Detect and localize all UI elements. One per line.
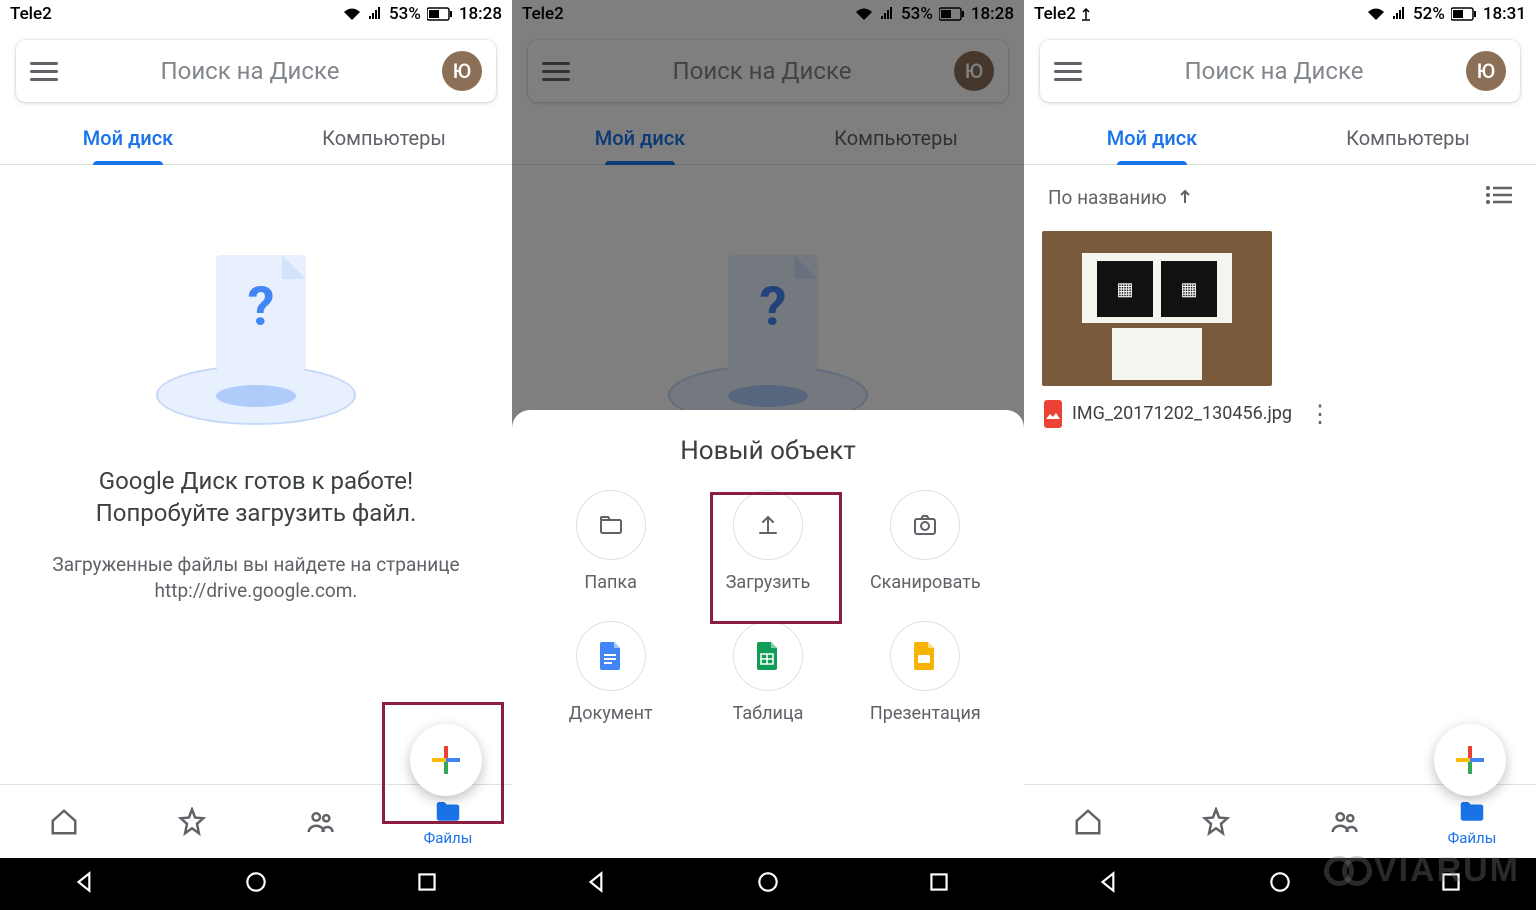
- wifi-icon: [343, 7, 361, 21]
- file-thumbnail: ▦▦: [1042, 231, 1272, 386]
- tab-my-drive[interactable]: Мой диск: [0, 110, 256, 164]
- screenshot-panel-1: Tele2 53% 18:28 Поиск на Диске Ю Мой дис…: [0, 0, 512, 910]
- signal-icon: [367, 7, 383, 21]
- android-nav-bar: [512, 858, 1024, 910]
- file-more-icon[interactable]: ⋮: [1302, 400, 1338, 428]
- nav-home[interactable]: [0, 807, 128, 837]
- empty-illustration: ?: [146, 255, 366, 435]
- image-file-icon: [1044, 400, 1062, 428]
- sort-button[interactable]: По названию: [1048, 186, 1193, 209]
- file-card[interactable]: ▦▦ IMG_20171202_130456.jpg ⋮: [1042, 231, 1272, 428]
- action-upload[interactable]: Загрузить: [689, 490, 846, 593]
- hamburger-menu-icon[interactable]: [1054, 62, 1082, 81]
- nav-files[interactable]: Файлы: [1408, 797, 1536, 847]
- avatar[interactable]: Ю: [1466, 51, 1506, 91]
- android-nav-bar: [0, 858, 512, 910]
- nav-shared[interactable]: [256, 807, 384, 837]
- plus-icon: [432, 746, 460, 774]
- android-back-button[interactable]: [72, 869, 98, 899]
- plus-icon: [1456, 746, 1484, 774]
- nav-files[interactable]: Файлы: [384, 797, 512, 847]
- action-scan[interactable]: Сканировать: [847, 490, 1004, 593]
- action-google-doc[interactable]: Документ: [532, 621, 689, 724]
- android-home-button[interactable]: [1267, 869, 1293, 899]
- avatar[interactable]: Ю: [442, 51, 482, 91]
- folder-icon: [597, 511, 625, 539]
- status-bar: Tele2 53% 18:28: [0, 0, 512, 28]
- arrow-up-icon: [1177, 189, 1193, 205]
- search-placeholder: Поиск на Диске: [58, 57, 442, 85]
- new-object-sheet: Новый объект Папка Загрузить Сканировать…: [512, 410, 1024, 910]
- drive-tabs: Мой диск Компьютеры: [0, 110, 512, 165]
- fab-new-button[interactable]: [1434, 724, 1506, 796]
- status-bar: Tele2 52% 18:31: [1024, 0, 1536, 28]
- tab-computers[interactable]: Компьютеры: [256, 110, 512, 164]
- tab-my-drive[interactable]: Мой диск: [1024, 110, 1280, 164]
- search-bar[interactable]: Поиск на Диске Ю: [1040, 40, 1520, 102]
- battery-percent: 53%: [389, 4, 421, 24]
- upload-indicator-icon: [1080, 7, 1092, 21]
- battery-icon: [427, 7, 453, 21]
- nav-starred[interactable]: [1152, 807, 1280, 837]
- hamburger-menu-icon[interactable]: [30, 62, 58, 81]
- fab-new-button[interactable]: [410, 724, 482, 796]
- bottom-app-nav: Файлы: [1024, 784, 1536, 858]
- nav-starred[interactable]: [128, 807, 256, 837]
- empty-title: Google Диск готов к работе! Попробуйте з…: [96, 465, 417, 530]
- android-recents-button[interactable]: [926, 869, 952, 899]
- google-slides-icon: [912, 640, 938, 672]
- signal-icon: [1391, 7, 1407, 21]
- action-google-sheet[interactable]: Таблица: [689, 621, 846, 724]
- carrier-label: Tele2: [10, 4, 52, 24]
- screenshot-panel-3: Tele2 52% 18:31 Поиск на Диске Ю Мой дис…: [1024, 0, 1536, 910]
- view-toggle-list-icon[interactable]: [1486, 185, 1512, 209]
- battery-icon: [1451, 7, 1477, 21]
- watermark: VIARUM: [1324, 851, 1520, 890]
- camera-icon: [911, 511, 939, 539]
- tab-computers[interactable]: Компьютеры: [1280, 110, 1536, 164]
- bottom-app-nav: Файлы: [0, 784, 512, 858]
- action-folder[interactable]: Папка: [532, 490, 689, 593]
- nav-shared[interactable]: [1280, 807, 1408, 837]
- search-bar[interactable]: Поиск на Диске Ю: [16, 40, 496, 102]
- action-google-slides[interactable]: Презентация: [847, 621, 1004, 724]
- upload-icon: [754, 511, 782, 539]
- android-back-button[interactable]: [584, 869, 610, 899]
- wifi-icon: [1367, 7, 1385, 21]
- android-home-button[interactable]: [755, 869, 781, 899]
- nav-home[interactable]: [1024, 807, 1152, 837]
- google-docs-icon: [598, 640, 624, 672]
- file-name: IMG_20171202_130456.jpg: [1072, 403, 1292, 426]
- empty-state: ? Google Диск готов к работе! Попробуйте…: [0, 165, 512, 784]
- sheet-title: Новый объект: [532, 436, 1004, 466]
- empty-subtitle: Загруженные файлы вы найдете на странице…: [0, 552, 512, 605]
- clock: 18:28: [459, 4, 502, 24]
- screenshot-panel-2: Tele2 53% 18:28 Поиск на Диске Ю Мой дис…: [512, 0, 1024, 910]
- android-back-button[interactable]: [1096, 869, 1122, 899]
- android-recents-button[interactable]: [414, 869, 440, 899]
- android-home-button[interactable]: [243, 869, 269, 899]
- google-sheets-icon: [755, 640, 781, 672]
